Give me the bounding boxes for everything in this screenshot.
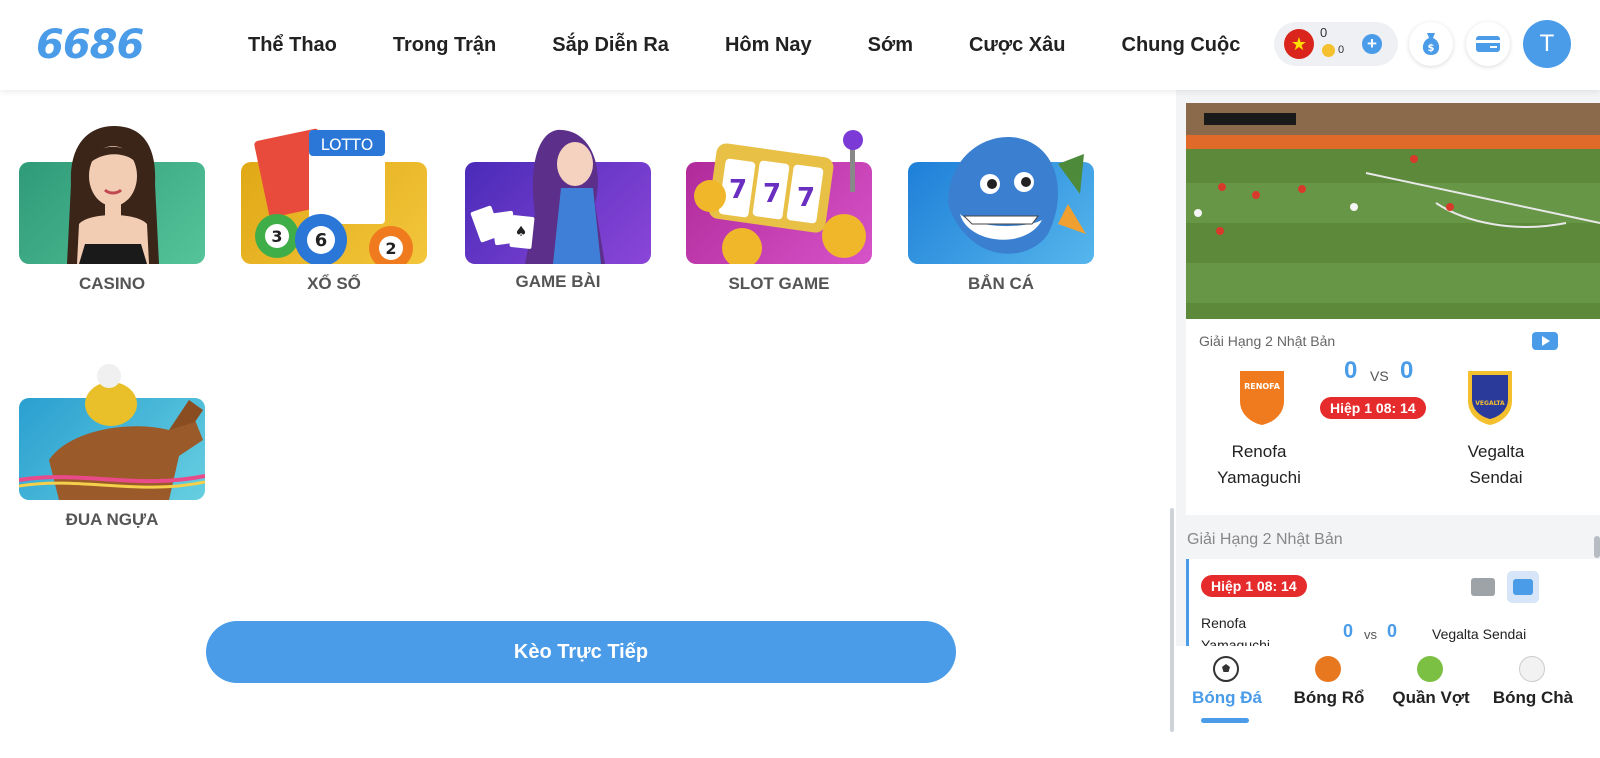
svg-text:LOTTO: LOTTO [321,135,374,154]
game-grid: CASINO LOTTO 3 6 2 XỔ SỐ ♠ GAME BÀI 7 7 … [0,90,1172,758]
game-label: ĐUA NGỰA [65,510,159,529]
card-button[interactable] [1466,22,1510,66]
svg-text:6: 6 [315,230,328,251]
game-label: SLOT GAME [728,274,830,293]
scoreboard-icon[interactable] [1471,578,1495,596]
tab-label: Bóng Chà [1492,688,1574,707]
svg-text:♠: ♠ [515,224,528,240]
section-title: Giải Hạng 2 Nhật Bản [1187,531,1343,548]
game-slot-game[interactable]: 7 7 7 SLOT GAME [686,124,872,294]
home-team-line1: Renofa [1231,442,1287,461]
game-label: BẮN CÁ [967,274,1035,293]
away-score: 0 [1400,357,1414,384]
shark-image [948,137,1086,254]
deposit-plus-button[interactable]: + [1362,34,1382,54]
money-bag-button[interactable]: $ [1409,22,1453,66]
baseball-icon [1519,656,1545,682]
svg-text:2: 2 [385,239,396,258]
nav-hom-nay[interactable]: Hôm Nay [725,34,812,57]
active-tab-indicator [1201,718,1249,723]
vegalta-logo-icon: VEGALTA [1468,371,1512,425]
vs-label: VS [1370,368,1389,384]
game-game-bai[interactable]: ♠ GAME BÀI [465,124,651,294]
tennis-ball-icon [1417,656,1443,682]
coin-balance: 0 [1338,44,1345,56]
money-bag-icon: $ [1422,33,1440,55]
nav-som[interactable]: Sớm [868,34,913,57]
home-score: 0 [1344,357,1358,384]
nav-the-thao[interactable]: Thể Thao [248,34,337,57]
svg-text:$: $ [1428,43,1435,54]
home-team-line2: Yamaguchi [1217,468,1301,487]
top-header: 6686 Thể Thao Trong Trận Sắp Diễn Ra Hôm… [0,0,1600,90]
home-score: 0 [1343,621,1354,641]
svg-text:7: 7 [729,175,747,205]
svg-text:3: 3 [271,227,282,246]
away-team: Vegalta Sendai [1432,626,1527,642]
match-status-badge: Hiệp 1 08: 14 [1320,397,1426,419]
home-team-line1: Renofa [1201,615,1247,631]
wallet-widget[interactable]: ★ 0 0 + [1274,22,1398,66]
coin-icon [1322,44,1335,57]
sport-tabs: Bóng Đá Bóng Rổ Quần Vợt Bóng Chà [1176,646,1600,758]
nav-trong-tran[interactable]: Trong Trận [393,34,496,57]
nav-cuoc-xau[interactable]: Cược Xâu [969,34,1066,57]
game-label: CASINO [78,274,146,293]
main-balance: 0 [1320,25,1328,40]
game-xo-so[interactable]: LOTTO 3 6 2 XỔ SỐ [241,124,427,294]
site-logo[interactable]: 6686 [36,22,144,68]
match-status-badge: Hiệp 1 08: 14 [1201,575,1307,597]
vietnam-flag-icon: ★ [1284,29,1314,59]
live-odds-button[interactable]: Kèo Trực Tiếp [206,621,956,683]
nav-sap-dien-ra[interactable]: Sắp Diễn Ra [552,34,669,57]
renofa-logo-text: RENOFA [1244,382,1281,391]
soccer-pitch-video [1186,103,1600,319]
panel-divider[interactable] [1170,508,1174,732]
live-video-player[interactable] [1186,103,1600,319]
tab-label: Quần Vợt [1392,688,1470,707]
casino-dealer-image [67,126,159,264]
game-ban-ca[interactable]: BẮN CÁ [908,124,1094,294]
game-label: XỔ SỐ [307,274,361,293]
main-nav: Thể Thao Trong Trận Sắp Diễn Ra Hôm Nay … [220,0,1280,90]
lottery-image: LOTTO 3 6 2 [254,128,413,264]
match-list-item[interactable]: Hiệp 1 08: 14 Renofa Yamaguchi 0 vs 0 Ve… [1186,559,1600,659]
away-team-line1: Vegalta [1467,442,1525,461]
game-dua-ngua[interactable]: ĐUA NGỰA [19,360,205,530]
tab-label: Bóng Đá [1192,688,1262,707]
soccer-ball-icon [1213,656,1239,682]
user-avatar[interactable]: T [1523,20,1571,68]
game-label: GAME BÀI [515,272,601,291]
featured-match-card[interactable]: Giải Hạng 2 Nhật Bản RENOFA VEGALTA 0 VS… [1186,319,1600,515]
renofa-logo-icon: RENOFA [1240,371,1284,425]
home-team-name: Renofa Yamaguchi [1194,439,1324,491]
svg-text:7: 7 [763,179,781,209]
away-score: 0 [1387,621,1398,641]
credit-card-icon [1476,36,1500,52]
live-sidebar: Giải Hạng 2 Nhật Bản RENOFA VEGALTA 0 VS… [1176,90,1600,758]
play-video-icon[interactable] [1507,571,1539,603]
card-girl-image: ♠ [470,129,605,264]
tab-label: Bóng Rổ [1293,688,1365,707]
away-team-line2: Sendai [1469,468,1523,487]
play-video-icon[interactable] [1532,332,1558,350]
nav-chung-cuoc[interactable]: Chung Cuộc [1122,34,1241,57]
horse-racing-image [19,364,205,500]
sidebar-scrollbar[interactable] [1594,536,1600,558]
basketball-icon [1315,656,1341,682]
slot-machine-image: 7 7 7 [694,130,866,264]
svg-text:7: 7 [797,183,815,213]
vs-label: vs [1364,627,1377,642]
away-team-name: Vegalta Sendai [1431,439,1561,491]
league-name: Giải Hạng 2 Nhật Bản [1199,333,1336,349]
vegalta-logo-text: VEGALTA [1475,400,1505,407]
game-casino[interactable]: CASINO [19,124,205,294]
